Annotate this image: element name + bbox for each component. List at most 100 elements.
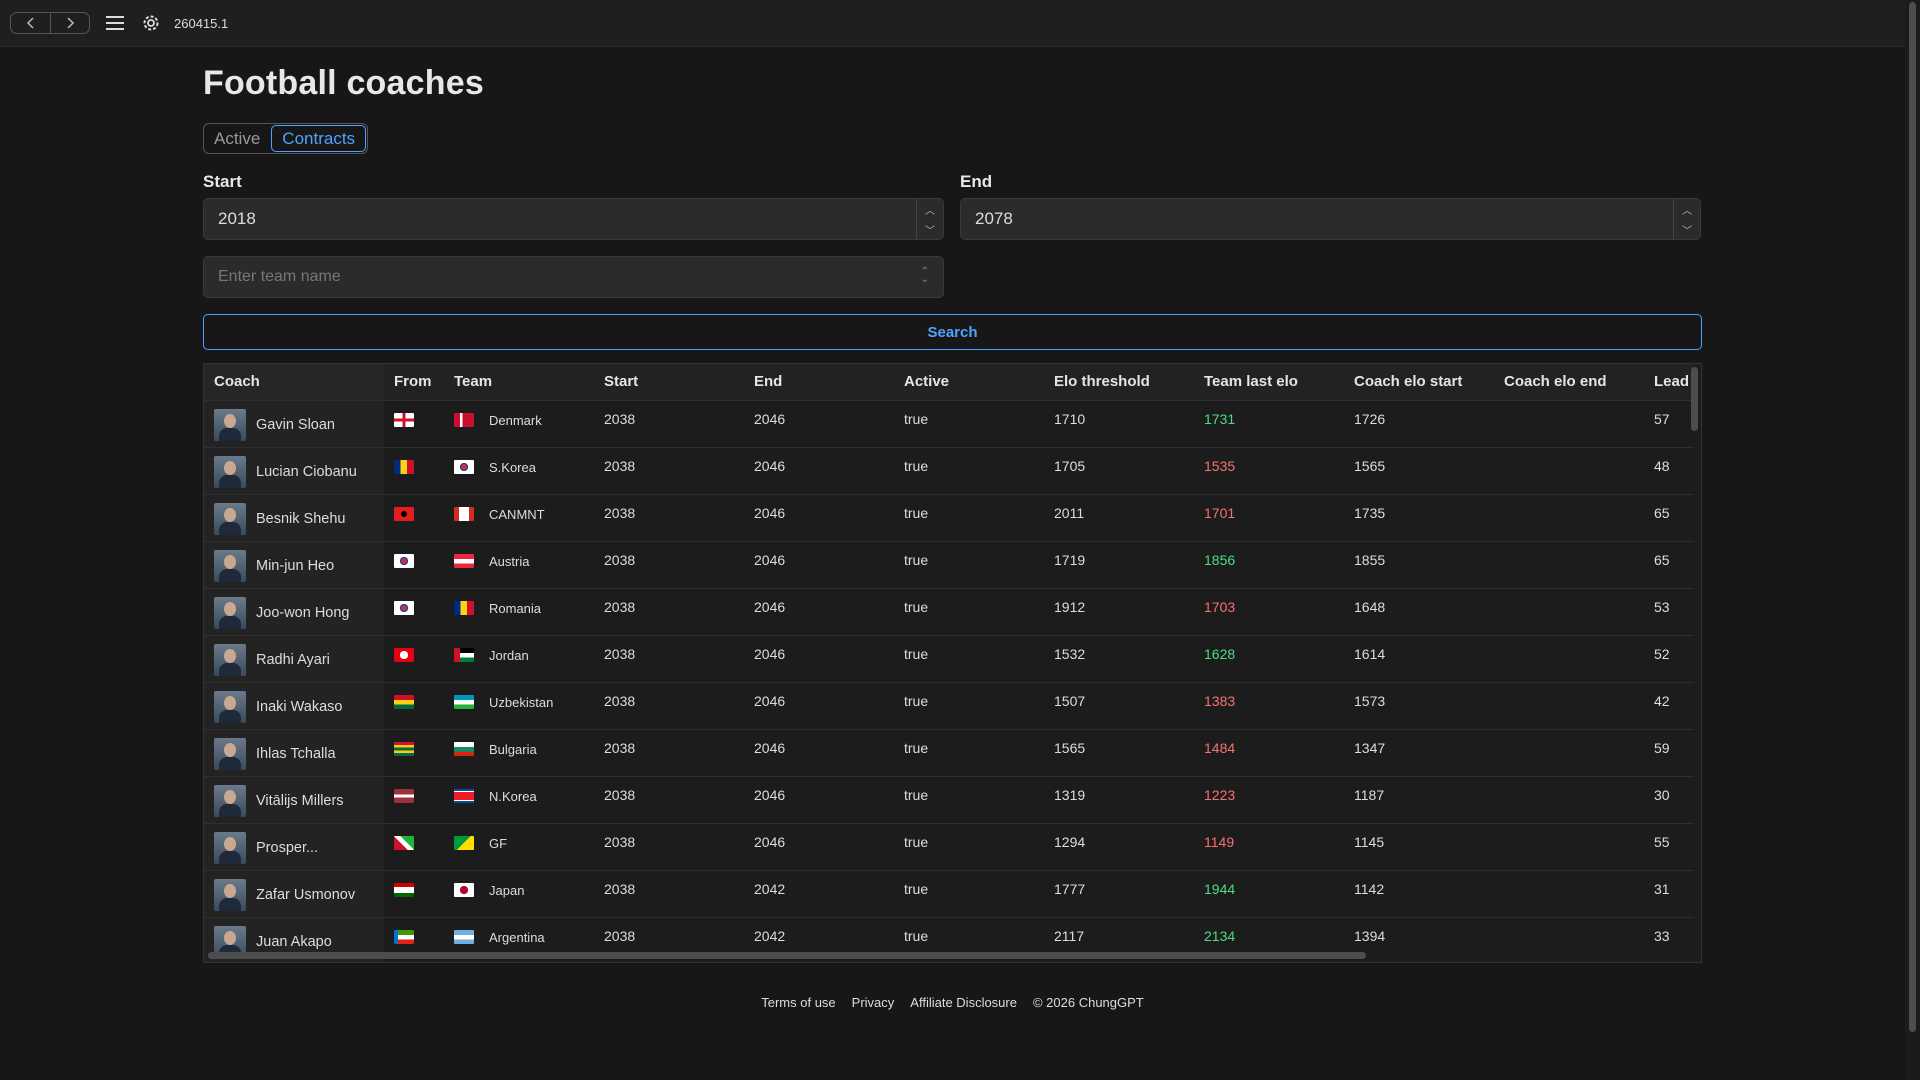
search-button[interactable]: Search bbox=[203, 314, 1702, 350]
cell-coach: Joo-won Hong bbox=[204, 587, 384, 635]
chevron-up-icon[interactable]: ︿ bbox=[1682, 202, 1692, 217]
cell-elo-threshold: 1507 bbox=[1044, 681, 1194, 729]
cell-lead: 33 bbox=[1644, 916, 1694, 962]
table-row[interactable]: Vitālijs Millers N.Korea 2038 2046 true 1319 1… bbox=[204, 775, 1694, 823]
cell-coach-elo-start: 1735 bbox=[1344, 493, 1494, 541]
column-header-lead[interactable]: Lead bbox=[1644, 364, 1694, 400]
footer-link-terms[interactable]: Terms of use bbox=[761, 995, 835, 1010]
coach[interactable]: Besnik Shehu bbox=[214, 502, 384, 535]
back-button[interactable] bbox=[11, 13, 50, 33]
table-row[interactable]: Joo-won Hong Romania 2038 2046 true 1912 1703 1… bbox=[204, 587, 1694, 635]
page-scrollbar-thumb[interactable] bbox=[1909, 2, 1916, 1032]
flag-icon bbox=[394, 412, 414, 427]
table-row[interactable]: Inaki Wakaso Uzbekistan 2038 2046 true 1507 13… bbox=[204, 681, 1694, 729]
team-name: CANMNT bbox=[489, 506, 545, 522]
cell-from bbox=[384, 728, 444, 776]
footer-link-privacy[interactable]: Privacy bbox=[852, 995, 895, 1010]
column-header-start[interactable]: Start bbox=[594, 364, 744, 400]
chevron-down-icon[interactable]: ﹀ bbox=[925, 222, 935, 237]
footer-link-affiliate[interactable]: Affiliate Disclosure bbox=[910, 995, 1017, 1010]
team-select[interactable]: Enter team name ⌃ ⌄ bbox=[203, 256, 944, 298]
cell-coach-elo-start: 1573 bbox=[1344, 681, 1494, 729]
coach[interactable]: Prosper... bbox=[214, 831, 384, 864]
end-value: 2078 bbox=[975, 209, 1013, 228]
cell-coach-elo-start: 1726 bbox=[1344, 399, 1494, 447]
table-row[interactable]: Lucian Ciobanu S.Korea 2038 2046 true 1705 153… bbox=[204, 446, 1694, 494]
gear-icon[interactable] bbox=[140, 12, 162, 34]
cell-team: Uzbekistan bbox=[444, 681, 594, 729]
coach[interactable]: Gavin Sloan bbox=[214, 408, 384, 441]
flag-icon bbox=[394, 553, 414, 568]
cell-elo-threshold: 1294 bbox=[1044, 822, 1194, 870]
column-header-coach-elo-end[interactable]: Coach elo end bbox=[1494, 364, 1644, 400]
cell-coach: Besnik Shehu bbox=[204, 493, 384, 541]
cell-coach: Radhi Ayari bbox=[204, 634, 384, 682]
forward-button[interactable] bbox=[50, 13, 89, 33]
coach[interactable]: Joo-won Hong bbox=[214, 596, 384, 629]
coach-name: Besnik Shehu bbox=[256, 510, 346, 527]
flag-icon bbox=[394, 929, 414, 944]
cell-coach: Lucian Ciobanu bbox=[204, 446, 384, 494]
table-row[interactable]: Prosper... GF 2038 2046 true 1294 1149 1145 55 bbox=[204, 822, 1694, 870]
chevron-down-icon[interactable]: ﹀ bbox=[1682, 222, 1692, 237]
cell-elo-threshold: 1710 bbox=[1044, 399, 1194, 447]
team-name: S.Korea bbox=[489, 459, 536, 475]
tab-active[interactable]: Active bbox=[204, 124, 270, 153]
cell-team-last-elo: 1944 bbox=[1194, 869, 1344, 917]
cell-lead: 59 bbox=[1644, 728, 1694, 776]
end-input[interactable]: 2078 ︿ ﹀ bbox=[960, 198, 1701, 240]
cell-start: 2038 bbox=[594, 399, 744, 447]
avatar bbox=[214, 690, 246, 723]
cell-team: N.Korea bbox=[444, 775, 594, 823]
flag-icon bbox=[394, 647, 414, 662]
avatar bbox=[214, 737, 246, 770]
coach[interactable]: Lucian Ciobanu bbox=[214, 455, 384, 488]
cell-start: 2038 bbox=[594, 681, 744, 729]
column-header-coach-elo-start[interactable]: Coach elo start bbox=[1344, 364, 1494, 400]
coach[interactable]: Inaki Wakaso bbox=[214, 690, 384, 723]
coaches-table-container: Coach From Team Start End Active Elo threshold… bbox=[203, 363, 1702, 963]
coach-name: Zafar Usmonov bbox=[256, 886, 356, 903]
cell-end: 2046 bbox=[744, 587, 894, 635]
cell-lead: 53 bbox=[1644, 587, 1694, 635]
cell-lead: 57 bbox=[1644, 399, 1694, 447]
cell-coach-elo-start: 1142 bbox=[1344, 869, 1494, 917]
table-row[interactable]: Gavin Sloan Denmark 2038 2046 true 1710 1731 17… bbox=[204, 399, 1694, 447]
column-header-active[interactable]: Active bbox=[894, 364, 1044, 400]
coach[interactable]: Min-jun Heo bbox=[214, 549, 384, 582]
table-horizontal-scrollbar[interactable] bbox=[208, 952, 1366, 959]
tab-contracts[interactable]: Contracts bbox=[271, 125, 367, 152]
start-field: Start 2018 ︿ ﹀ bbox=[203, 172, 944, 240]
column-header-elo-threshold[interactable]: Elo threshold bbox=[1044, 364, 1194, 400]
column-header-team-last-elo[interactable]: Team last elo bbox=[1194, 364, 1344, 400]
table-row[interactable]: Min-jun Heo Austria 2038 2046 true 1719 1856 18… bbox=[204, 540, 1694, 588]
table-row[interactable]: Ihlas Tchalla Bulgaria 2038 2046 true 1565 148… bbox=[204, 728, 1694, 776]
cell-from bbox=[384, 822, 444, 870]
flag-icon bbox=[454, 648, 474, 662]
menu-icon[interactable] bbox=[104, 12, 126, 34]
table-vertical-scrollbar[interactable] bbox=[1691, 367, 1698, 431]
cell-coach-elo-end bbox=[1494, 587, 1644, 635]
flag-icon bbox=[394, 835, 414, 850]
chevron-up-icon[interactable]: ︿ bbox=[925, 202, 935, 217]
coach-name: Inaki Wakaso bbox=[256, 698, 343, 715]
table-row[interactable]: Zafar Usmonov Japan 2038 2042 true 1777 1944 11… bbox=[204, 869, 1694, 917]
coach[interactable]: Vitālijs Millers bbox=[214, 784, 384, 817]
chevron-right-icon bbox=[67, 17, 75, 29]
coach[interactable]: Zafar Usmonov bbox=[214, 878, 384, 911]
end-stepper[interactable]: ︿ ﹀ bbox=[1673, 199, 1700, 239]
start-input[interactable]: 2018 ︿ ﹀ bbox=[203, 198, 944, 240]
page-scrollbar[interactable] bbox=[1905, 0, 1920, 1080]
footer-copyright: © 2026 ChungGPT bbox=[1032, 995, 1144, 1010]
column-header-end[interactable]: End bbox=[744, 364, 894, 400]
coach[interactable]: Ihlas Tchalla bbox=[214, 737, 384, 770]
column-header-coach[interactable]: Coach bbox=[204, 364, 384, 400]
coach[interactable]: Radhi Ayari bbox=[214, 643, 384, 676]
table-row[interactable]: Besnik Shehu CANMNT 2038 2046 true 2011 1701 17… bbox=[204, 493, 1694, 541]
column-header-team[interactable]: Team bbox=[444, 364, 594, 400]
table-row[interactable]: Radhi Ayari Jordan 2038 2046 true 1532 1628 161… bbox=[204, 634, 1694, 682]
start-stepper[interactable]: ︿ ﹀ bbox=[916, 199, 943, 239]
coach-name: Min-jun Heo bbox=[256, 557, 335, 574]
column-header-from[interactable]: From bbox=[384, 364, 444, 400]
cell-lead: 31 bbox=[1644, 869, 1694, 917]
